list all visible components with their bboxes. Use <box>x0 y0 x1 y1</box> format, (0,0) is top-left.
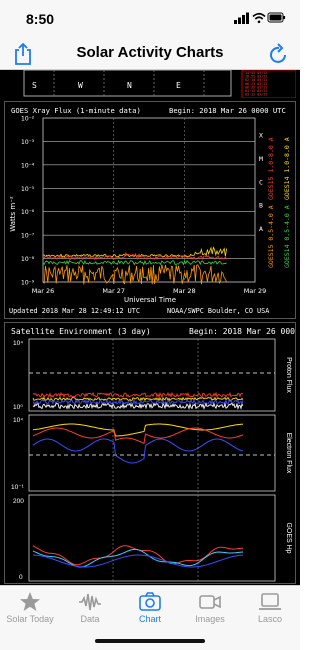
satenv-begin: Begin: 2018 Mar 26 0000 UTC <box>189 327 295 336</box>
xray-trace-goes14-short <box>42 259 227 266</box>
laptop-icon <box>259 593 281 610</box>
xray-begin: Begin: 2018 Mar 26 0000 UTC <box>169 106 286 115</box>
tab-label-data: Data <box>80 614 100 624</box>
satenv-day-dividers <box>112 339 199 581</box>
tab-label-solar-today: Solar Today <box>6 614 54 624</box>
xray-legend: GOES15 1.0-8.0 A GOES14 1.0-8.0 A GOES15… <box>267 137 291 268</box>
proton-trace-blue <box>32 398 244 406</box>
proton-trace-red <box>32 391 244 399</box>
xray-ylabel: Watts m⁻² <box>9 196 17 232</box>
xray-flux-chart: GOES Xray Flux (1-minute data) Begin: 20… <box>4 101 296 319</box>
electron-trace-red <box>32 427 244 444</box>
compass-w: W <box>78 81 83 90</box>
xray-class-C: C <box>259 178 263 186</box>
xray-classes: X M C B A <box>259 131 263 233</box>
electron-ytick-top: 10⁴ <box>13 417 23 424</box>
dial-strip-svg: S W N E 14:45 03/2218:55 03/2202:10 03/2… <box>23 70 296 98</box>
chart-content[interactable]: S W N E 14:45 03/22 18:55 03/22 02:10 03/2… <box>0 70 300 585</box>
hp-series <box>32 545 244 568</box>
xray-xticks: Mar 26 Mar 27 Mar 28 Mar 29 <box>32 287 267 295</box>
legend-goes15-long: GOES15 1.0-8.0 A <box>267 137 275 200</box>
tab-chart[interactable]: Chart <box>120 586 180 636</box>
satellite-environment-chart: Satellite Environment (3 day) Begin: 201… <box>4 322 296 584</box>
home-indicator <box>95 639 205 643</box>
electron-ytick-bottom: 10⁻¹ <box>11 484 25 491</box>
xray-class-M: M <box>259 155 263 163</box>
xray-yticks: 10⁻² 10⁻³ 10⁻⁴ 10⁻⁵ 10⁻⁶ 10⁻⁷ 10⁻⁸ 10⁻⁹ <box>21 116 35 287</box>
tab-lasco[interactable]: Lasco <box>240 586 300 636</box>
hp-frame <box>28 494 276 582</box>
xray-ytick-2: 10⁻⁴ <box>21 162 35 169</box>
strip-times: 14:45 03/2218:55 03/2202:10 03/2206:25 0… <box>245 71 267 97</box>
electron-trace-yellow <box>32 423 244 437</box>
xray-ytick-5: 10⁻⁷ <box>21 233 35 240</box>
tab-solar-today[interactable]: Solar Today <box>0 586 60 636</box>
electron-trace-blue <box>32 438 244 464</box>
star-icon <box>20 592 40 611</box>
satenv-chart-svg: Satellite Environment (3 day) Begin: 201… <box>11 327 295 582</box>
xray-xtick-0: Mar 26 <box>32 287 55 295</box>
xray-title: GOES Xray Flux (1-minute data) <box>11 106 141 115</box>
electron-frame <box>28 414 276 492</box>
tab-label-lasco: Lasco <box>257 614 283 624</box>
status-icons <box>234 12 286 24</box>
compass-s: S <box>32 81 37 90</box>
xray-xtick-3: Mar 29 <box>244 287 267 295</box>
legend-goes14-short: GOES14 0.5-4.0 A <box>283 205 291 268</box>
xray-trace-goes15-short <box>42 264 227 285</box>
electron-label: Electron Flux <box>285 433 292 474</box>
proton-ytick-top: 10⁴ <box>13 340 23 347</box>
wifi-icon <box>252 12 266 24</box>
video-camera-icon <box>199 595 221 609</box>
hp-trace-blue <box>32 554 244 568</box>
legend-goes14-long: GOES14 1.0-8.0 A <box>283 137 291 200</box>
xray-xtick-2: Mar 28 <box>173 287 196 295</box>
tab-label-chart: Chart <box>138 614 161 624</box>
refresh-icon[interactable] <box>268 42 290 66</box>
xray-xlabel: Universal Time <box>124 296 176 304</box>
hp-ytick-bottom: 0 <box>19 574 23 581</box>
xray-ytick-1: 10⁻³ <box>21 139 35 146</box>
xray-series <box>42 246 227 285</box>
proton-series <box>29 372 275 411</box>
xray-chart-svg: GOES Xray Flux (1-minute data) Begin: 20… <box>9 106 291 315</box>
status-bar: 8:50 <box>0 0 300 38</box>
satenv-title: Satellite Environment (3 day) <box>11 327 151 336</box>
camera-icon <box>139 592 161 611</box>
xray-source: NOAA/SWPC Boulder, CO USA <box>167 307 269 315</box>
signal-icon <box>234 12 249 24</box>
xray-class-B: B <box>259 202 263 210</box>
waveform-icon <box>79 593 101 611</box>
tab-label-images: Images <box>195 614 225 624</box>
xray-updated: Updated 2018 Mar 28 12:49:12 UTC <box>9 307 140 315</box>
strip-time-6: 03:12 03/22 <box>245 93 267 97</box>
tab-images[interactable]: Images <box>180 586 240 636</box>
proton-ytick-bottom: 10⁰ <box>13 404 23 411</box>
xray-class-X: X <box>259 131 263 139</box>
xray-ytick-4: 10⁻⁶ <box>21 209 35 216</box>
xray-ytick-7: 10⁻⁹ <box>21 280 35 287</box>
xray-class-A: A <box>259 225 263 233</box>
status-time: 8:50 <box>26 11 55 27</box>
xray-ytick-0: 10⁻² <box>21 116 35 123</box>
compass-n: N <box>127 81 132 90</box>
dial-chart-strip: S W N E 14:45 03/22 18:55 03/22 02:10 03/2… <box>4 70 296 98</box>
xray-ytick-6: 10⁻⁸ <box>21 256 35 263</box>
nav-title: Solar Activity Charts <box>76 44 224 61</box>
hp-label: GOES Hp <box>285 522 292 553</box>
proton-trace-yellow <box>32 396 244 402</box>
proton-label: Proton Flux <box>285 357 292 393</box>
xray-xtick-1: Mar 27 <box>102 287 125 295</box>
xray-ytick-3: 10⁻⁵ <box>21 186 35 193</box>
tab-data[interactable]: Data <box>60 586 120 636</box>
compass-e: E <box>176 81 181 90</box>
battery-icon <box>267 12 286 23</box>
hp-ytick-top: 200 <box>13 498 24 505</box>
electron-series <box>29 423 275 464</box>
navigation-bar: Solar Activity Charts <box>0 38 300 70</box>
legend-goes15-short: GOES15 0.5-4.0 A <box>267 205 275 268</box>
